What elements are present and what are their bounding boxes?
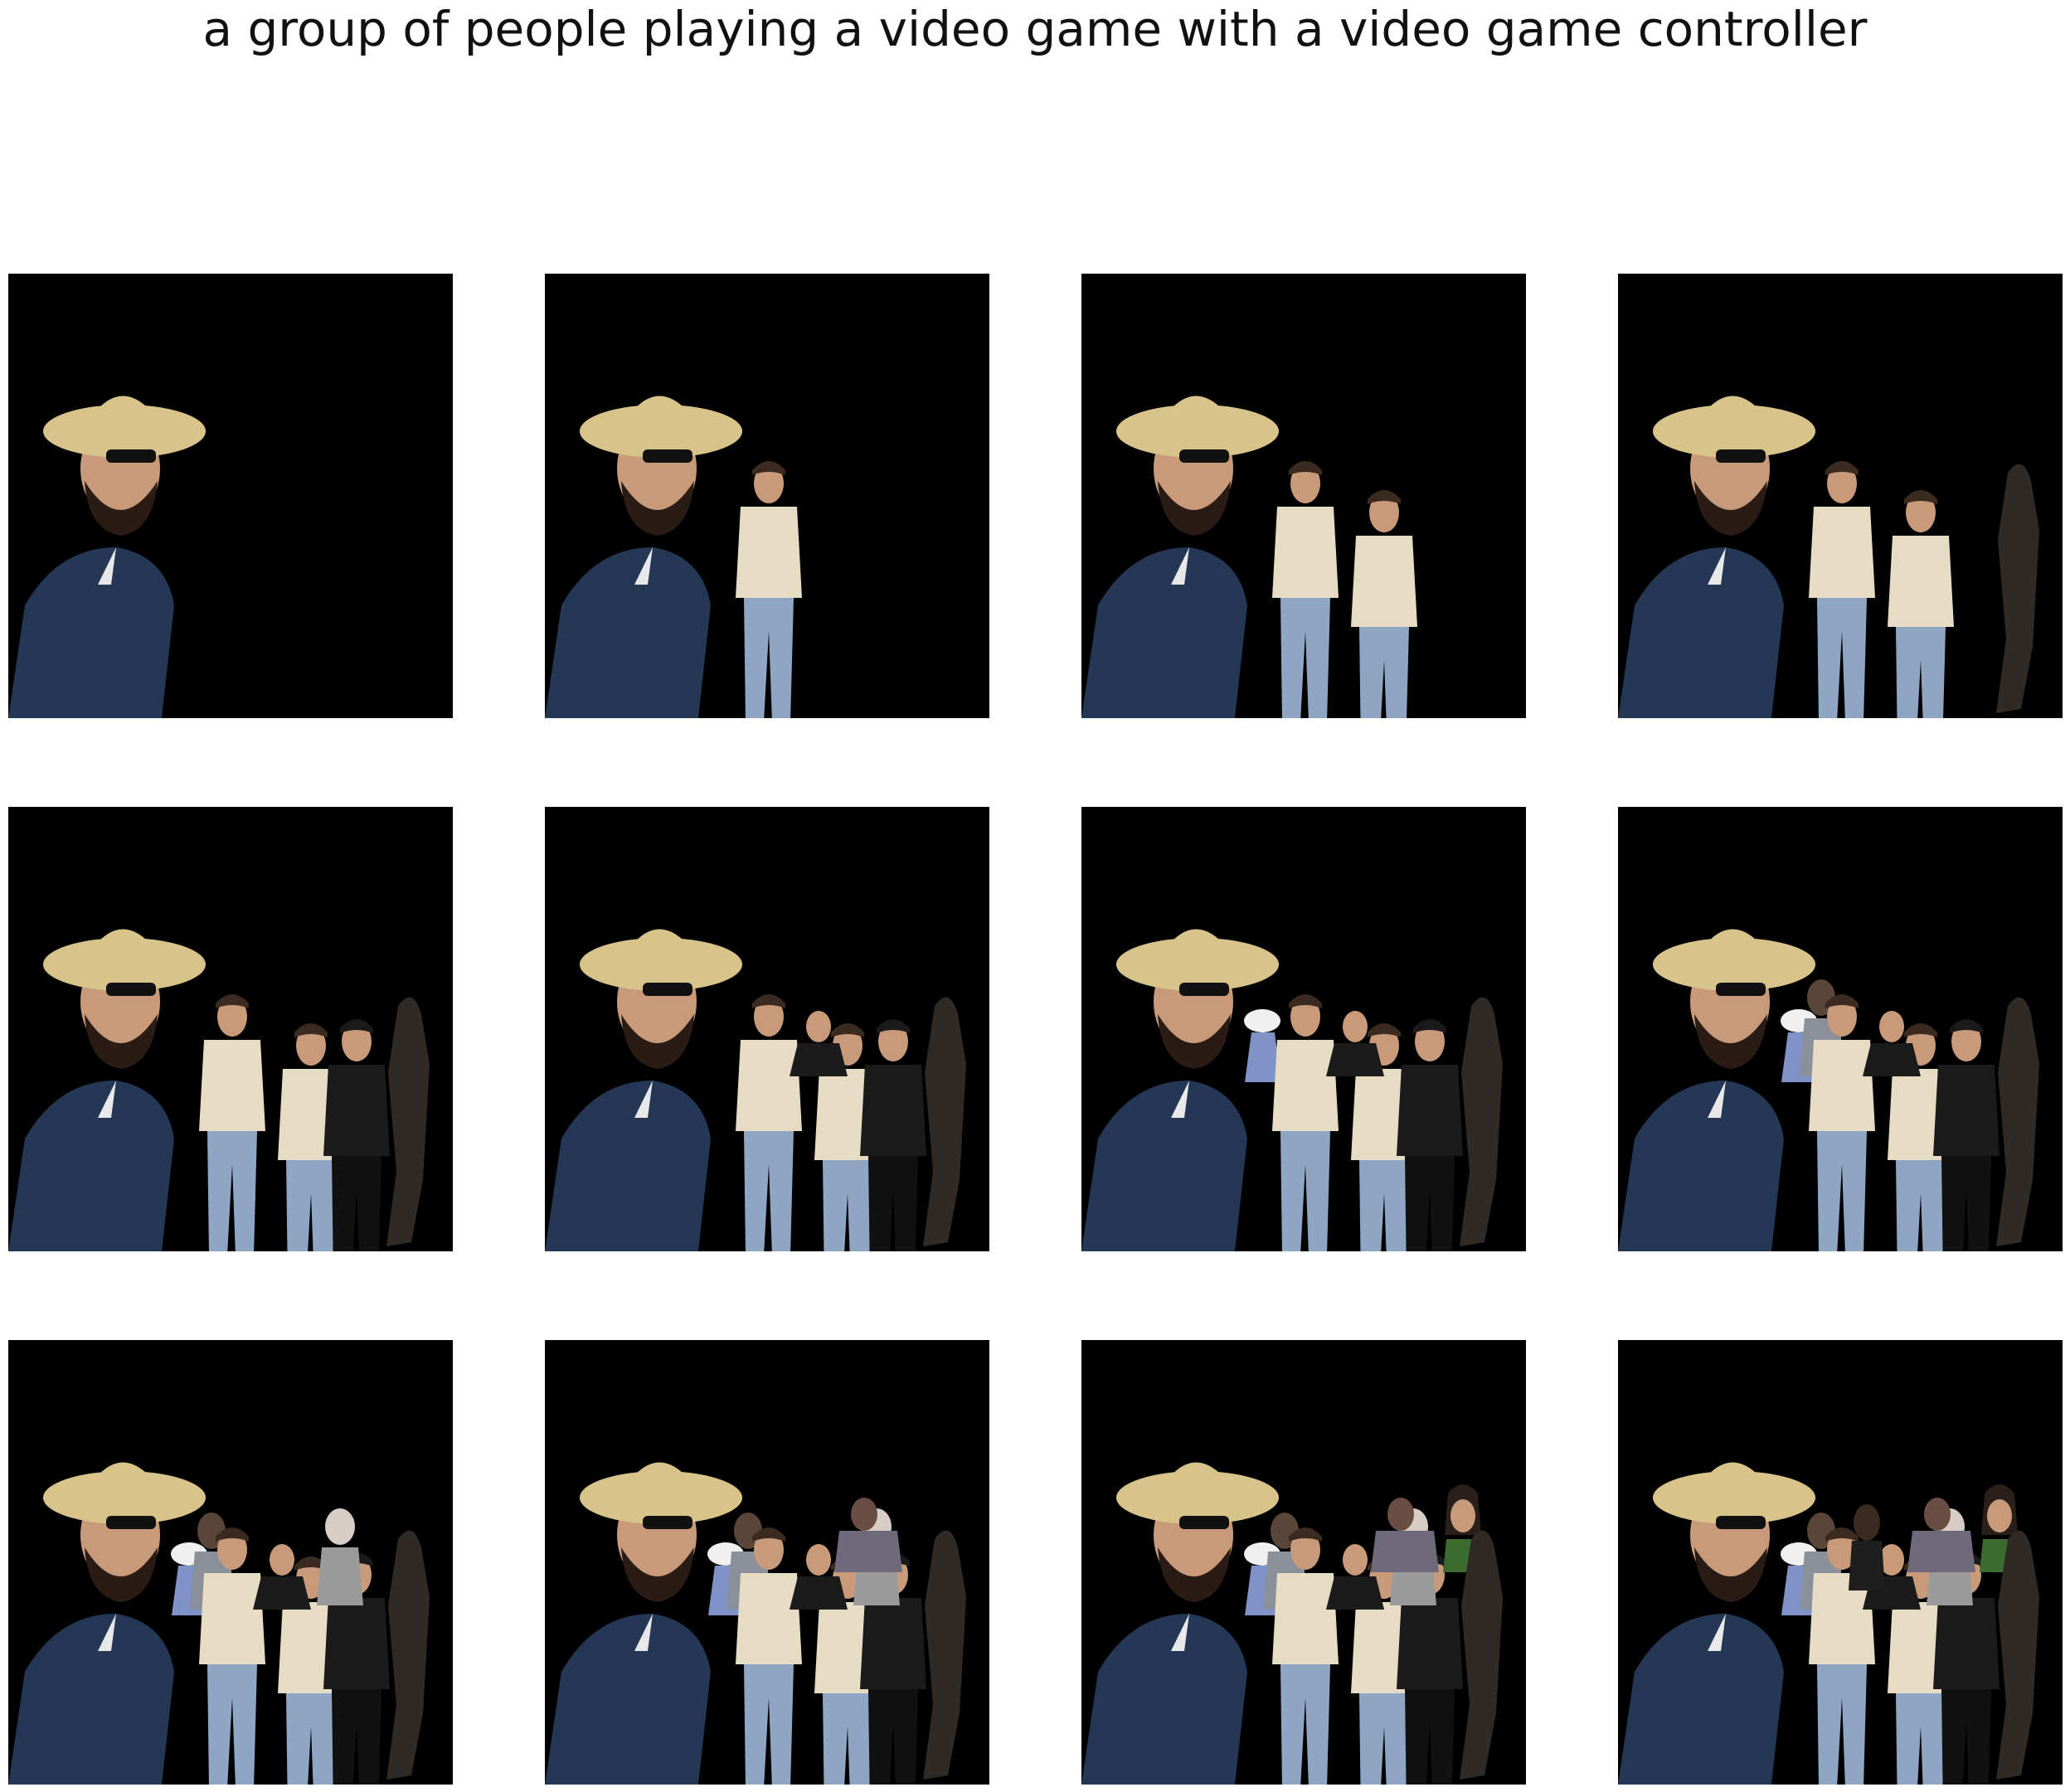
panel-7 <box>1081 807 1526 1251</box>
panel-1 <box>8 274 453 718</box>
panel-10 <box>545 1340 989 1785</box>
panel-3 <box>1081 274 1526 718</box>
panel-9 <box>8 1340 453 1785</box>
caption-title: a group of people playing a video game w… <box>202 1 1868 57</box>
panel-4 <box>1618 274 2063 718</box>
panel-11 <box>1081 1340 1526 1785</box>
panel-12 <box>1618 1340 2063 1785</box>
panel-2 <box>545 274 989 718</box>
panel-8 <box>1618 807 2063 1251</box>
panel-6 <box>545 807 989 1251</box>
panel-5 <box>8 807 453 1251</box>
